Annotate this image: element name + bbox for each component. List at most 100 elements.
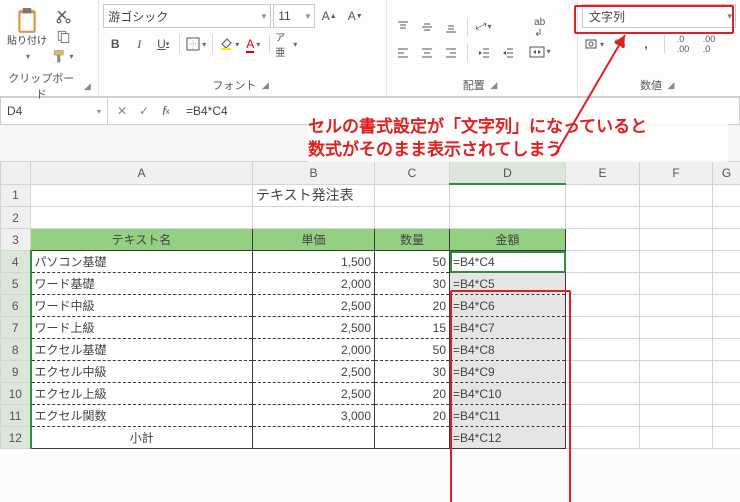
dialog-launcher-alignment[interactable]: ◢ [487,78,501,92]
cell[interactable] [713,207,740,229]
accept-formula-button[interactable]: ✓ [135,102,153,120]
increase-indent-button[interactable] [497,42,519,64]
fill-color-button[interactable] [218,33,240,55]
decrease-decimal-button[interactable]: .00.0 [698,33,720,55]
cell[interactable] [713,383,740,405]
decrease-indent-button[interactable] [473,42,495,64]
cell-name[interactable]: エクセル中級 [31,361,253,383]
dialog-launcher-font[interactable]: ◢ [258,78,272,92]
cell[interactable] [640,405,713,427]
comma-format-button[interactable]: , [635,33,657,55]
cell[interactable] [566,184,640,207]
header-qty[interactable]: 数量 [375,229,450,251]
cell-name[interactable]: エクセル関数 [31,405,253,427]
cell-qty[interactable]: 50 [375,251,450,273]
dialog-launcher-clipboard[interactable]: ◢ [81,79,95,93]
row-header[interactable]: 9 [1,361,31,383]
align-center-button[interactable] [416,42,438,64]
cell[interactable] [713,251,740,273]
col-header-c[interactable]: C [375,162,450,185]
cell[interactable] [713,339,740,361]
title-cell[interactable]: テキスト発注表 [253,184,375,207]
cell-qty[interactable]: 30 [375,273,450,295]
cell[interactable] [450,207,566,229]
cell[interactable] [640,207,713,229]
cell-total-formula[interactable]: =B4*C6 [450,295,566,317]
cell[interactable] [640,339,713,361]
cell[interactable] [640,229,713,251]
col-header-e[interactable]: E [566,162,640,185]
bold-button[interactable]: B [104,33,126,55]
cell-qty[interactable]: 20 [375,295,450,317]
cell[interactable] [640,427,713,449]
header-total[interactable]: 金額 [450,229,566,251]
cell[interactable] [713,273,740,295]
cell[interactable] [640,295,713,317]
cell[interactable] [375,184,450,207]
row-header[interactable]: 6 [1,295,31,317]
dialog-launcher-number[interactable]: ◢ [664,78,678,92]
number-format-select[interactable]: 文字列 ▾ [582,4,736,28]
cell-name[interactable]: ワード中級 [31,295,253,317]
align-right-button[interactable] [440,42,462,64]
row-header[interactable]: 12 [1,427,31,449]
cell[interactable] [375,207,450,229]
cell-name[interactable]: エクセル基礎 [31,339,253,361]
row-header[interactable]: 1 [1,184,31,207]
worksheet-grid[interactable]: A B C D E F G 1テキスト発注表23テキスト名単価数量金額4パソコン… [0,161,740,449]
cancel-formula-button[interactable]: ✕ [113,102,131,120]
cell-price[interactable]: 1,500 [253,251,375,273]
cell[interactable] [713,295,740,317]
cell[interactable] [566,317,640,339]
cell-price[interactable]: 2,000 [253,339,375,361]
cell-qty[interactable]: 30 [375,361,450,383]
cell-total-formula[interactable]: =B4*C10 [450,383,566,405]
cell[interactable] [713,427,740,449]
col-header-d[interactable]: D [450,162,566,185]
cell-price[interactable]: 2,500 [253,361,375,383]
copy-button[interactable] [51,27,75,45]
cell-price[interactable]: 2,500 [253,383,375,405]
cell-qty[interactable]: 50 [375,339,450,361]
cell-total-formula[interactable]: =B4*C4 [450,251,566,273]
increase-decimal-button[interactable]: .0.00 [672,33,694,55]
cell-name[interactable]: エクセル上級 [31,383,253,405]
cell-price[interactable] [253,427,375,449]
cell[interactable] [566,383,640,405]
row-header[interactable]: 2 [1,207,31,229]
cell-qty[interactable]: 20 [375,383,450,405]
col-header-g[interactable]: G [713,162,740,185]
paste-caret-icon[interactable] [24,48,30,62]
phonetic-button[interactable]: ア亜 [275,33,297,55]
cell-qty[interactable]: 20 [375,405,450,427]
borders-button[interactable] [185,33,207,55]
cell-total-formula[interactable]: =B4*C11 [450,405,566,427]
underline-button[interactable]: U▾ [152,33,174,55]
align-top-button[interactable] [392,16,414,38]
row-header[interactable]: 7 [1,317,31,339]
percent-format-button[interactable]: % [609,33,631,55]
cell-price[interactable]: 2,500 [253,317,375,339]
cell[interactable] [566,295,640,317]
font-name-select[interactable]: 游ゴシック ▾ [103,4,271,28]
cell-total-formula[interactable]: =B4*C5 [450,273,566,295]
row-header[interactable]: 4 [1,251,31,273]
cell-price[interactable]: 2,000 [253,273,375,295]
cell-qty[interactable] [375,427,450,449]
cell[interactable] [713,361,740,383]
cell-total-formula[interactable]: =B4*C7 [450,317,566,339]
cell[interactable] [713,405,740,427]
cell[interactable] [640,383,713,405]
header-price[interactable]: 単価 [253,229,375,251]
cell[interactable] [566,251,640,273]
align-left-button[interactable] [392,42,414,64]
header-name[interactable]: テキスト名 [31,229,253,251]
cell-price[interactable]: 2,500 [253,295,375,317]
cell[interactable] [566,207,640,229]
cell-name[interactable]: ワード基礎 [31,273,253,295]
cell[interactable] [713,317,740,339]
row-header[interactable]: 10 [1,383,31,405]
cell[interactable] [566,405,640,427]
cell[interactable] [713,229,740,251]
row-header[interactable]: 3 [1,229,31,251]
